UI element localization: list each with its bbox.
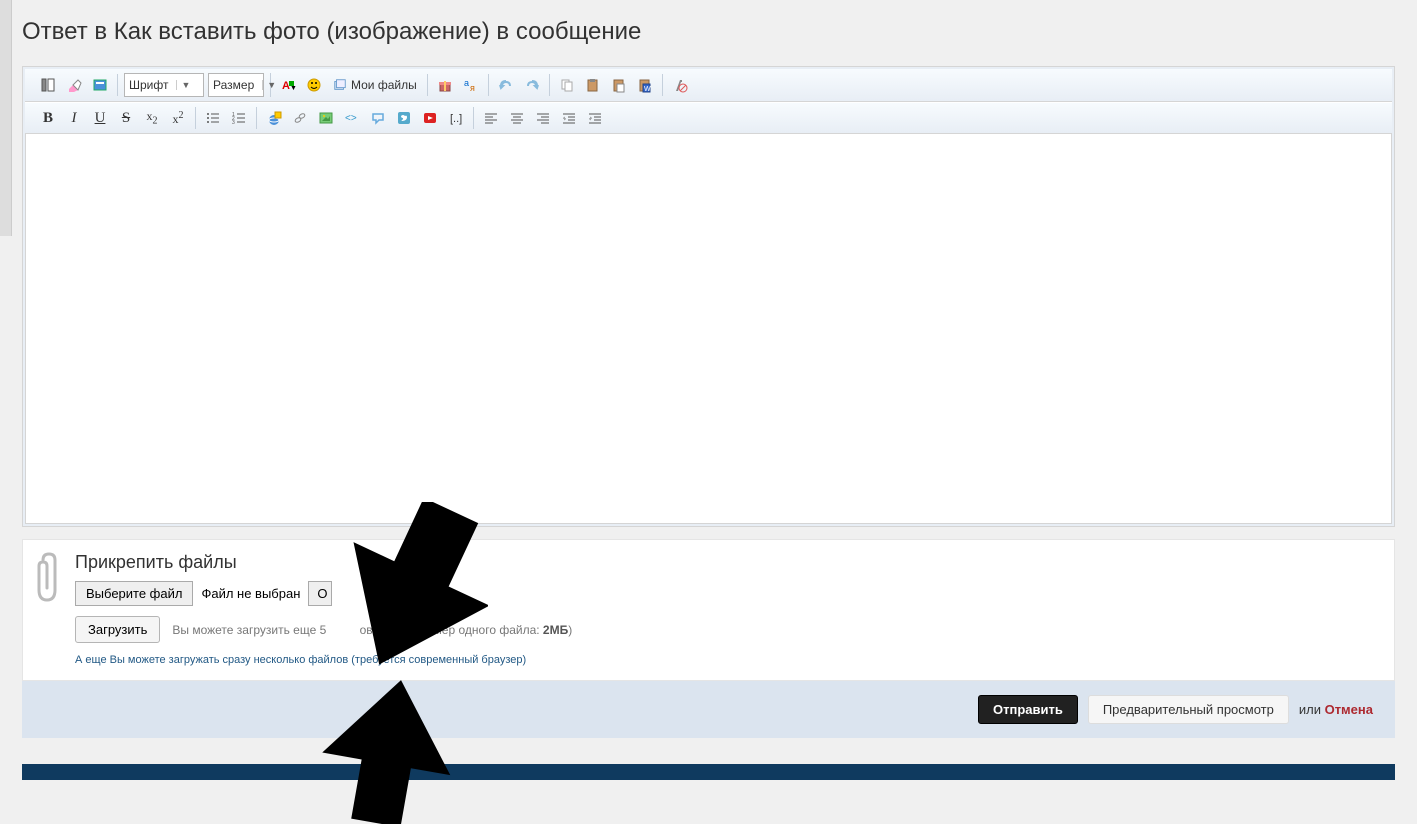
page-title: Ответ в Как вставить фото (изображение) … (0, 0, 1417, 66)
twitter-icon[interactable] (393, 107, 415, 129)
choose-file-button[interactable]: Выберите файл (75, 581, 193, 606)
copy-icon[interactable] (556, 74, 578, 96)
quote-icon[interactable] (367, 107, 389, 129)
toolbar-group-clipboard: W (550, 74, 663, 96)
svg-text:я: я (470, 83, 475, 93)
attach-upload-row: Загрузить Вы можете загрузить еще 5 ов (… (75, 616, 1378, 643)
text-color-icon[interactable]: A▼ (277, 74, 299, 96)
svg-text:W: W (644, 86, 651, 93)
svg-text:▼: ▼ (290, 85, 296, 92)
italic-icon[interactable]: I (63, 107, 85, 129)
other-button[interactable]: О (308, 581, 332, 606)
strike-icon[interactable]: S (115, 107, 137, 129)
paste-text-icon[interactable] (608, 74, 630, 96)
superscript-icon[interactable]: x2 (167, 107, 189, 129)
toolbar-group-color: A▼ Мои файлы (271, 74, 428, 96)
outdent-icon[interactable] (558, 107, 580, 129)
indent-icon[interactable] (584, 107, 606, 129)
upload-button[interactable]: Загрузить (75, 616, 160, 643)
editor-textarea[interactable] (25, 134, 1392, 524)
code-icon[interactable]: <> (341, 107, 363, 129)
paste-icon[interactable] (582, 74, 604, 96)
editor-container: Шрифт▼ Размер▼ A▼ Мои файлы aя W B I U S… (22, 66, 1395, 527)
size-selector[interactable]: Размер▼ (208, 73, 264, 97)
my-files-label: Мои файлы (351, 78, 417, 92)
underline-icon[interactable]: U (89, 107, 111, 129)
unlink-icon[interactable] (289, 107, 311, 129)
undo-icon[interactable] (495, 74, 517, 96)
svg-text:a: a (464, 78, 469, 88)
toolbar-group-source (31, 74, 118, 96)
spoiler-icon[interactable]: [..] (445, 107, 467, 129)
file-status-label: Файл не выбран (201, 586, 300, 601)
align-right-icon[interactable] (532, 107, 554, 129)
subscript-icon[interactable]: x2 (141, 107, 163, 129)
cancel-link[interactable]: Отмена (1325, 702, 1373, 717)
paperclip-icon (35, 552, 61, 602)
or-label: или Отмена (1299, 702, 1373, 717)
toolbar-group-special: aя (428, 74, 489, 96)
multi-upload-link[interactable]: А еще Вы можете загружать сразу нескольк… (75, 654, 526, 666)
toolbar-group-lists: 123 (196, 107, 257, 129)
font-selector[interactable]: Шрифт▼ (124, 73, 204, 97)
clear-format-icon[interactable] (669, 74, 691, 96)
toolbar-group-format: B I U S x2 x2 (31, 107, 196, 129)
eraser-icon[interactable] (63, 74, 85, 96)
svg-text:3: 3 (232, 120, 235, 126)
align-left-icon[interactable] (480, 107, 502, 129)
mention-icon[interactable]: aя (460, 74, 482, 96)
toolbar-group-clear (663, 74, 697, 96)
toolbar-row-1: Шрифт▼ Размер▼ A▼ Мои файлы aя W (25, 69, 1392, 102)
toolbar-group-fontsize: Шрифт▼ Размер▼ (118, 73, 271, 97)
toggle-mode-icon[interactable] (37, 74, 59, 96)
preview-button[interactable]: Предварительный просмотр (1088, 695, 1289, 724)
paste-word-icon[interactable]: W (634, 74, 656, 96)
bold-icon[interactable]: B (37, 107, 59, 129)
action-bar: Отправить Предварительный просмотр или О… (22, 681, 1395, 738)
scroll-indicator (0, 0, 12, 236)
editor-frame: Шрифт▼ Размер▼ A▼ Мои файлы aя W B I U S… (22, 66, 1395, 527)
link-icon[interactable] (263, 107, 285, 129)
toolbar-group-undo (489, 74, 550, 96)
bullet-list-icon[interactable] (202, 107, 224, 129)
attach-file-row: Выберите файл Файл не выбран О (75, 581, 1378, 606)
emoji-icon[interactable] (303, 74, 325, 96)
toolbar-row-2: B I U S x2 x2 123 <> [..] (25, 102, 1392, 134)
upload-hint: Вы можете загрузить еще 5 ов (Макс. разм… (172, 623, 572, 637)
image-icon[interactable] (315, 107, 337, 129)
attach-panel: Прикрепить файлы Выберите файл Файл не в… (22, 539, 1395, 681)
svg-text:A: A (282, 80, 290, 92)
footer-bar (22, 764, 1395, 780)
svg-text:[..]: [..] (450, 113, 462, 125)
my-files-button[interactable]: Мои файлы (329, 74, 421, 96)
youtube-icon[interactable] (419, 107, 441, 129)
switch-icon[interactable] (89, 74, 111, 96)
redo-icon[interactable] (521, 74, 543, 96)
gift-icon[interactable] (434, 74, 456, 96)
svg-text:<>: <> (345, 113, 357, 124)
align-center-icon[interactable] (506, 107, 528, 129)
number-list-icon[interactable]: 123 (228, 107, 250, 129)
toolbar-group-align (474, 107, 612, 129)
submit-button[interactable]: Отправить (978, 695, 1078, 724)
toolbar-group-links: <> [..] (257, 107, 474, 129)
attach-title: Прикрепить файлы (75, 552, 1378, 573)
